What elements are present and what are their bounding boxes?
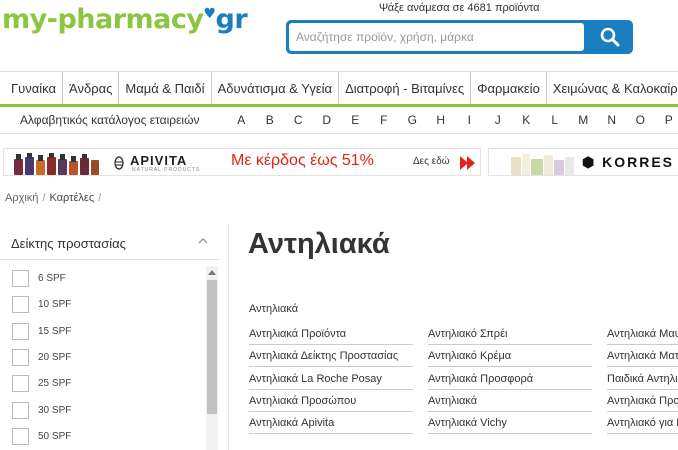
letter-link[interactable]: N [598,107,627,133]
related-link[interactable]: Αντηλιακό για Πρόσωπο [607,414,678,434]
product-bottles-image [14,153,99,175]
related-link[interactable]: Αντηλιακά Προϊόντα [249,325,413,345]
promo-cta[interactable]: Δες εδώ [413,156,450,167]
checkbox[interactable] [12,402,29,419]
checkbox[interactable] [12,323,29,340]
related-link[interactable]: Παιδικά Αντηλιακά [607,370,678,390]
letter-link[interactable]: G [398,107,427,133]
related-link[interactable]: Αντηλιακά Ματ [607,347,678,367]
letter-link[interactable]: A [227,107,256,133]
logo-text-domain: gr [215,4,248,35]
related-link[interactable]: Αντηλιακό Σπρέι [428,325,592,345]
korres-products-image [511,154,574,175]
logo-text-main: my-pharmacy [2,4,204,35]
nav-item-woman[interactable]: Γυναίκα [0,72,64,104]
letter-link[interactable]: D [313,107,342,133]
letter-link[interactable]: B [256,107,285,133]
category-nav: Γυναίκα Άνδρας Μαμά & Παιδί Αδυνάτισμα & Υγ… [0,71,678,107]
letter-link[interactable]: L [541,107,570,133]
filter-title: Δείκτης προστασίας [11,236,126,251]
apivita-promo-banner[interactable]: APIVITA NATURAL PRODUCTS Με κέρδος έως 5… [3,148,481,176]
letter-link[interactable]: E [341,107,370,133]
filter-option[interactable]: 15 SPF [12,323,202,341]
letter-link[interactable]: I [455,107,484,133]
related-link[interactable]: Αντηλιακά [428,392,592,412]
checkbox[interactable] [12,349,29,366]
filter-sidebar: Δείκτης προστασίας 6 SPF 10 SPF 15 SPF 2… [0,224,224,450]
category-label: Αντηλιακά [249,303,299,315]
filter-option[interactable]: 20 SPF [12,349,202,367]
letter-link[interactable]: M [569,107,598,133]
nav-item-nutrition-vitamins[interactable]: Διατροφή - Βιταμίνες [339,72,472,104]
filter-option-label: 15 SPF [38,326,72,337]
nav-item-pharmacy[interactable]: Φαρμακείο [471,72,547,104]
letter-link[interactable]: F [370,107,399,133]
related-link[interactable]: Αντηλιακά Vichy [428,414,592,434]
forward-arrow-icon [460,156,475,170]
filter-option-label: 6 SPF [38,273,66,284]
search-hint: Ψάξε ανάμεσα σε 4681 προϊόντα [379,2,540,14]
filter-option-label: 50 SPF [38,431,72,442]
search-box [286,20,633,54]
brand-alphabet-bar: Αλφαβητικός κατάλογος εταιρειών ABCDEFGH… [0,107,678,134]
korres-banner[interactable]: ⬢ KORRES [488,148,678,176]
filter-option[interactable]: 6 SPF [12,270,202,288]
checkbox[interactable] [12,296,29,313]
checkbox[interactable] [12,270,29,287]
nav-item-man[interactable]: Άνδρας [63,72,120,104]
filter-option-label: 30 SPF [38,405,72,416]
search-input[interactable] [289,23,584,51]
heart-icon: ♥ [203,6,216,22]
nav-item-winter-summer[interactable]: Χειμώνας & Καλοκαίρι [547,72,678,104]
breadcrumb: Αρχική / Καρτέλες / [5,192,102,204]
site-logo[interactable]: my-pharmacy♥gr [2,4,248,38]
breadcrumb-home[interactable]: Αρχική [5,192,38,204]
apivita-brand: APIVITA [130,153,188,168]
breadcrumb-current[interactable]: Καρτέλες [50,192,95,204]
filter-option-label: 20 SPF [38,352,72,363]
related-link[interactable]: Αντηλιακά Μαυρίσματος [607,325,678,345]
scroll-up-arrow-icon[interactable] [206,266,218,278]
search-button[interactable] [586,20,633,54]
filter-option[interactable]: 50 SPF [12,428,202,446]
related-link[interactable]: Αντηλιακό Κρέμα [428,347,592,367]
filter-option[interactable]: 25 SPF [12,375,202,393]
checkbox[interactable] [12,375,29,392]
related-link[interactable]: Αντηλιακά Apivita [249,414,413,434]
related-link[interactable]: Αντηλιακά Προσώπου [607,392,678,412]
korres-brand: ⬢ KORRES [582,154,675,170]
filter-header[interactable]: Δείκτης προστασίας [0,224,219,260]
letter-link[interactable]: C [284,107,313,133]
checkbox[interactable] [12,428,29,445]
main-divider [228,224,229,450]
filter-option[interactable]: 10 SPF [12,296,202,314]
nav-item-slimming-health[interactable]: Αδυνάτισμα & Υγεία [212,72,340,104]
filter-scrollbar[interactable] [206,266,218,450]
related-link[interactable]: Αντηλιακά Προσώπου [249,392,413,412]
letter-link[interactable]: P [655,107,678,133]
letter-list: ABCDEFGHIJKLMNOP [227,107,678,133]
filter-option-label: 10 SPF [38,299,72,310]
letter-link[interactable]: H [427,107,456,133]
brand-catalog-link[interactable]: Αλφαβητικός κατάλογος εταιρειών [20,107,199,133]
apivita-subtitle: NATURAL PRODUCTS [132,167,201,173]
chevron-up-icon [198,238,208,244]
related-link[interactable]: Αντηλιακά Προσφορά [428,370,592,390]
letter-link[interactable]: J [484,107,513,133]
filter-option[interactable]: 30 SPF [12,402,202,420]
filter-option-label: 25 SPF [38,378,72,389]
letter-link[interactable]: K [512,107,541,133]
letter-link[interactable]: O [626,107,655,133]
promo-text: Με κέρδος έως 51% [231,152,374,169]
scroll-thumb[interactable] [207,280,217,414]
page-title: Αντηλιακά [248,228,390,260]
related-link[interactable]: Αντηλιακά Δείκτης Προστασίας [249,347,413,367]
nav-item-mother-child[interactable]: Μαμά & Παιδί [119,72,212,104]
search-icon [600,27,619,47]
bee-logo-icon [114,156,124,170]
related-link[interactable]: Αντηλιακά La Roche Posay [249,370,413,390]
